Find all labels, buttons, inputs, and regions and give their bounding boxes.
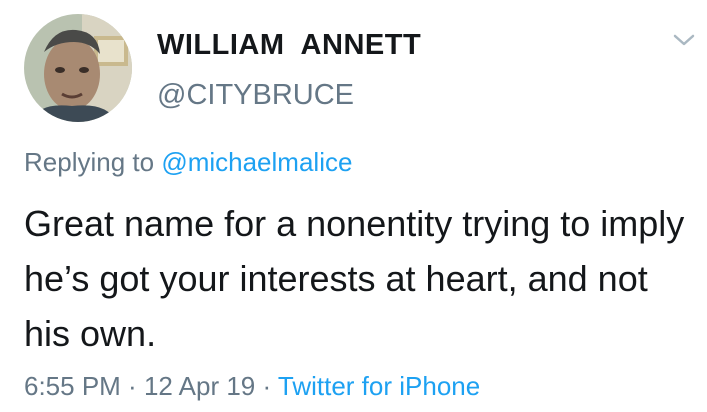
display-name[interactable]: WILLIAM ANNETT	[157, 28, 421, 62]
tweet-source-link[interactable]: Twitter for iPhone	[278, 371, 480, 401]
tweet-time[interactable]: 6:55 PM	[24, 371, 121, 401]
avatar-photo-icon	[24, 14, 132, 122]
replying-to-line: Replying to @michaelmalice	[24, 146, 352, 178]
chevron-down-icon[interactable]	[672, 30, 696, 50]
replying-to-label: Replying to	[24, 147, 162, 177]
tweet-text: Great name for a nonentity trying to imp…	[24, 203, 685, 354]
meta-separator: ·	[120, 371, 144, 401]
tweet-card: WILLIAM ANNETT @CITYBRUCE Replying to @m…	[0, 0, 707, 412]
avatar[interactable]	[24, 14, 132, 122]
meta-separator: ·	[255, 371, 278, 401]
user-handle[interactable]: @CITYBRUCE	[157, 78, 354, 112]
tweet-date[interactable]: 12 Apr 19	[144, 371, 255, 401]
mention-link[interactable]: @michaelmalice	[161, 147, 352, 177]
tweet-meta: 6:55 PM · 12 Apr 19 · Twitter for iPhone	[24, 370, 480, 402]
